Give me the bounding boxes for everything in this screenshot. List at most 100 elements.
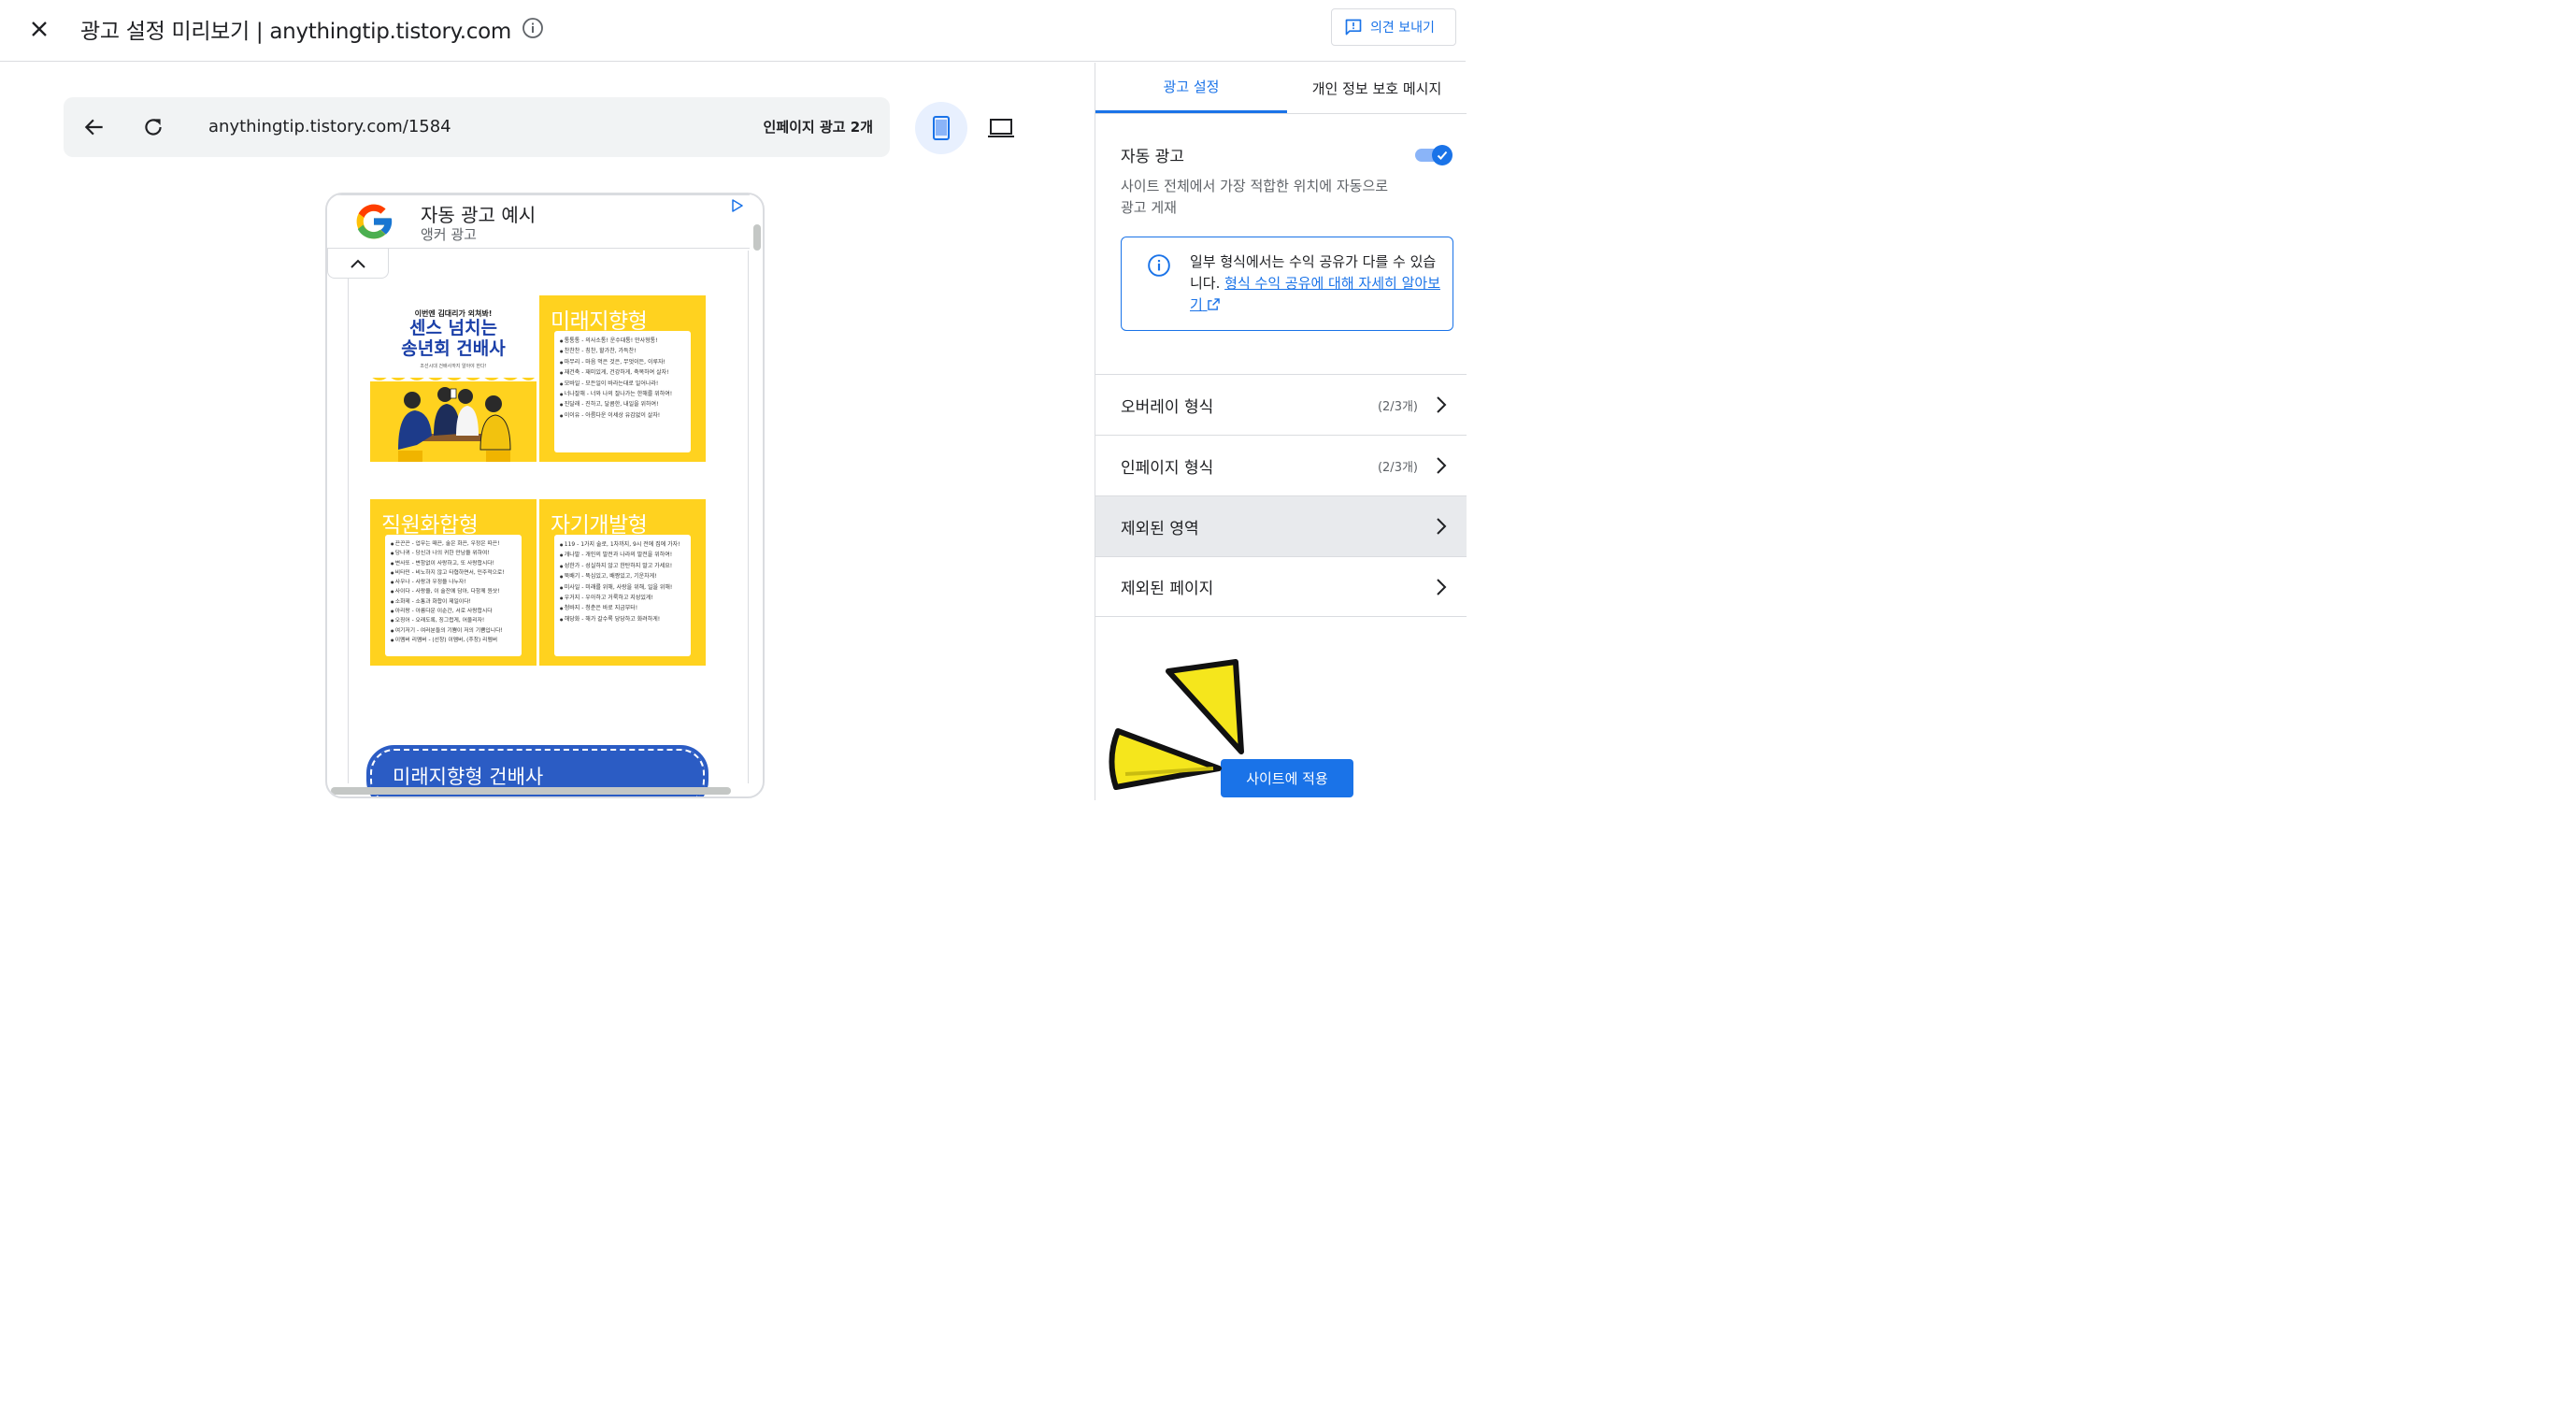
auto-ads-title: 자동 광고 bbox=[1121, 148, 1184, 166]
overlay-formats-row[interactable]: 오버레이 형식 (2/3개) bbox=[1095, 374, 1467, 435]
inpage-ad-count: 인페이지 광고 2개 bbox=[763, 119, 873, 136]
adchoices-icon[interactable] bbox=[731, 199, 744, 212]
tab-privacy-messages[interactable]: 개인 정보 보호 메시지 bbox=[1287, 63, 1467, 113]
desktop-view-button[interactable] bbox=[977, 102, 1025, 154]
post-thumbnail-main[interactable]: 이번엔 김대리가 외쳐봐! 센스 넘치는 송년회 건배사 조선시대 건배사까지 … bbox=[370, 295, 537, 462]
thumbnail-header: 미래지향형 bbox=[551, 309, 648, 334]
check-icon bbox=[1437, 151, 1448, 160]
thumbnail-header: 자기개발형 bbox=[551, 513, 648, 538]
thumbnail-card: 끈끈끈 - 업무는 때끈, 술은 화끈, 우정은 따끈! 당나귀 - 당신과 나… bbox=[385, 535, 522, 656]
info-icon[interactable] bbox=[522, 17, 544, 39]
toast-line: 이멤버 리멤버 - (선창) 이멤버, (후창) 리멤버 bbox=[391, 636, 518, 645]
send-feedback-button[interactable]: 의견 보내기 bbox=[1331, 8, 1456, 46]
toast-line: 119 - 1가지 술로, 1차까지, 9시 전에 집에 가자! bbox=[560, 539, 687, 550]
post-thumbnail-future[interactable]: 미래지향형 통통통 - 의사소통! 운수대통! 만사형통! 찬찬찬 - 칭찬, … bbox=[539, 295, 706, 462]
page-title: 광고 설정 미리보기 | anythingtip.tistory.com bbox=[80, 20, 511, 44]
back-button[interactable] bbox=[82, 115, 107, 139]
anchor-ad-title: 자동 광고 예시 bbox=[421, 204, 537, 226]
top-bar: 광고 설정 미리보기 | anythingtip.tistory.com 의견 … bbox=[0, 0, 1466, 62]
chevron-right-icon bbox=[1437, 518, 1447, 535]
tab-ad-settings[interactable]: 광고 설정 bbox=[1095, 63, 1287, 113]
preview-browser-bar: anythingtip.tistory.com/1584 인페이지 광고 2개 bbox=[64, 97, 890, 157]
people-toasting-illustration bbox=[370, 376, 537, 462]
row-label: 오버레이 형식 bbox=[1121, 397, 1214, 417]
notice-text: 일부 형식에서는 수익 공유가 다를 수 있습니다. 형식 수익 공유에 대해 … bbox=[1190, 251, 1442, 316]
toast-line: 재건축 - 재미있게, 건강하게, 축복하여 살자! bbox=[560, 367, 687, 378]
toast-line: 해당화 - 해가 갈수록 당당하고 화려하게! bbox=[560, 614, 687, 624]
inpage-formats-row[interactable]: 인페이지 형식 (2/3개) bbox=[1095, 435, 1467, 495]
excluded-pages-row[interactable]: 제외된 페이지 bbox=[1095, 556, 1467, 617]
preview-url: anythingtip.tistory.com/1584 bbox=[208, 117, 451, 136]
reload-button[interactable] bbox=[141, 115, 165, 139]
smartphone-icon bbox=[933, 116, 950, 140]
page-divider bbox=[348, 279, 349, 783]
row-count: (2/3개) bbox=[1377, 460, 1418, 475]
toast-line: 비타민 - 비노하지 않고 타협하면서, 민주적으로! bbox=[391, 568, 518, 578]
info-icon bbox=[1148, 254, 1170, 277]
chevron-right-icon bbox=[1437, 579, 1447, 595]
chevron-right-icon bbox=[1437, 457, 1447, 474]
toast-line: 아리랑 - 아름다운 이순간, 서로 사랑합시다 bbox=[391, 607, 518, 616]
toast-line: 소화제 - 소통과 화합이 제일이다! bbox=[391, 597, 518, 607]
chevron-up-icon bbox=[351, 259, 365, 268]
thumbnail-header: 직원화합형 bbox=[381, 513, 479, 538]
thumbnail-card: 119 - 1가지 술로, 1차까지, 9시 전에 집에 가자! 개나발 - 개… bbox=[554, 535, 691, 656]
toast-line: 뚝배기 - 뚝심있고, 배짱있고, 기운차게! bbox=[560, 571, 687, 581]
mobile-view-button[interactable] bbox=[915, 102, 967, 154]
mobile-preview-frame: 이번엔 김대리가 외쳐봐! 센스 넘치는 송년회 건배사 조선시대 건배사까지 … bbox=[325, 193, 765, 798]
excluded-areas-row[interactable]: 제외된 영역 bbox=[1095, 495, 1467, 556]
post-thumbnail-teamwork[interactable]: 직원화합형 끈끈끈 - 업무는 때끈, 술은 화끈, 우정은 따끈! 당나귀 -… bbox=[370, 499, 537, 666]
toast-line: 당나귀 - 당신과 나의 귀한 만남을 위하여! bbox=[391, 549, 518, 558]
toast-line: 사우나 - 사랑과 우정을 나누자! bbox=[391, 578, 518, 587]
chevron-right-icon bbox=[1437, 396, 1447, 413]
toast-line: 진달래 - 진하고, 달콤한, 내일을 위하여! bbox=[560, 399, 687, 409]
learn-more-label: 형식 수익 공유에 대해 자세히 알아보기 bbox=[1190, 275, 1440, 313]
toast-line: 사이다 - 사랑을, 이 술잔에 담아, 다함께 원샷! bbox=[391, 587, 518, 596]
toast-line: 변사또 - 변함없이 사랑하고, 또 사랑합시다! bbox=[391, 559, 518, 568]
post-thumbnail-self-development[interactable]: 자기개발형 119 - 1가지 술로, 1차까지, 9시 전에 집에 가자! 개… bbox=[539, 499, 706, 666]
apply-to-site-button[interactable]: 사이트에 적용 bbox=[1221, 759, 1353, 797]
toast-line: 너나잘해 - 너와 나의 잘나가는 한해를 위하여! bbox=[560, 389, 687, 399]
toast-line: 성한가 - 성실하지 않고 한탄하지 말고 가세요! bbox=[560, 561, 687, 571]
toast-line: 미사일 - 미래를 위해, 사랑을 위해, 일을 위해! bbox=[560, 582, 687, 593]
revenue-share-notice: 일부 형식에서는 수익 공유가 다를 수 있습니다. 형식 수익 공유에 대해 … bbox=[1121, 237, 1453, 331]
feedback-icon bbox=[1345, 19, 1362, 36]
thumbnail-card: 통통통 - 의사소통! 운수대통! 만사형통! 찬찬찬 - 칭찬, 할가찬, 가… bbox=[554, 331, 691, 452]
open-in-new-icon bbox=[1207, 298, 1220, 310]
toast-line: 마무리 - 마음 먹은 것은, 무엇이든, 이루자! bbox=[560, 357, 687, 367]
feedback-label: 의견 보내기 bbox=[1370, 21, 1435, 36]
toast-line: 청바지 - 청춘은 바로 지금부터! bbox=[560, 603, 687, 613]
toast-line: 개나발 - 개인의 발전과 나라의 발전을 위하여! bbox=[560, 550, 687, 560]
toast-line: 이이유 - 아름다운 이세상 유감없이 살자! bbox=[560, 410, 687, 421]
tabs-divider bbox=[1095, 113, 1467, 114]
horizontal-scrollbar[interactable] bbox=[331, 787, 731, 795]
learn-more-link[interactable]: 형식 수익 공유에 대해 자세히 알아보기 bbox=[1190, 275, 1440, 313]
toast-line: 여기저기 - 여러분들의 기쁨이 저의 기쁨입니다! bbox=[391, 626, 518, 636]
toast-line: 끈끈끈 - 업무는 때끈, 술은 화끈, 우정은 따끈! bbox=[391, 539, 518, 549]
settings-panel: 광고 설정 개인 정보 보호 메시지 자동 광고 사이트 전체에서 가장 적합한… bbox=[1095, 63, 1467, 800]
row-label: 인페이지 형식 bbox=[1121, 458, 1214, 478]
toast-line: 오징어 - 오래도록, 징그럽게, 어울리자! bbox=[391, 616, 518, 625]
vertical-scrollbar[interactable] bbox=[753, 224, 761, 251]
anchor-ad-subtitle: 앵커 광고 bbox=[421, 226, 477, 243]
banner-text: 미래지향형 건배사 bbox=[393, 766, 544, 788]
laptop-icon bbox=[988, 119, 1014, 137]
toast-line: 찬찬찬 - 칭찬, 할가찬, 가득찬! bbox=[560, 346, 687, 356]
close-icon bbox=[32, 22, 47, 36]
page-divider bbox=[748, 251, 749, 783]
toast-line: 우거지 - 우아하고 거룩하고 지성있게! bbox=[560, 593, 687, 603]
row-count: (2/3개) bbox=[1377, 399, 1418, 414]
row-label: 제외된 페이지 bbox=[1121, 580, 1214, 598]
anchor-ad[interactable]: 자동 광고 예시 앵커 광고 bbox=[327, 194, 750, 249]
google-logo-icon bbox=[356, 204, 393, 239]
close-button[interactable] bbox=[26, 16, 52, 42]
reload-icon bbox=[145, 119, 162, 136]
toggle-knob bbox=[1432, 145, 1453, 165]
arrow-back-icon bbox=[84, 119, 103, 136]
auto-ads-description: 사이트 전체에서 가장 적합한 위치에 자동으로 광고 게재 bbox=[1121, 178, 1389, 216]
anchor-collapse-button[interactable] bbox=[327, 249, 389, 279]
row-label: 제외된 영역 bbox=[1121, 519, 1199, 538]
toast-line: 모바일 - 모든일이 바라는대로 일어나라! bbox=[560, 379, 687, 389]
auto-ads-toggle[interactable] bbox=[1415, 145, 1454, 165]
toast-line: 통통통 - 의사소통! 운수대통! 만사형통! bbox=[560, 336, 687, 346]
